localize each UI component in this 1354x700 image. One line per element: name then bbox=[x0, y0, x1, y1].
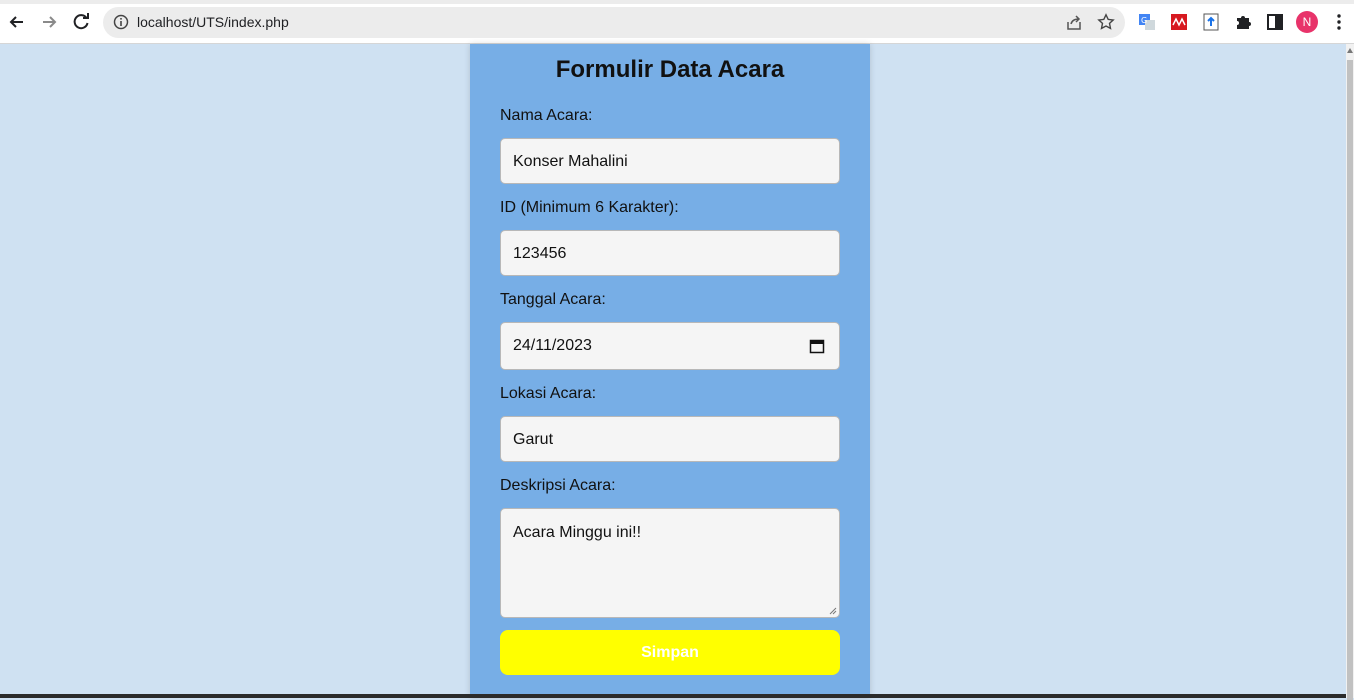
mendeley-icon[interactable] bbox=[1169, 12, 1189, 32]
calendar-icon[interactable] bbox=[809, 338, 825, 354]
id-value: 123456 bbox=[513, 245, 567, 262]
back-icon[interactable] bbox=[5, 10, 29, 34]
id-input[interactable]: 123456 bbox=[500, 230, 840, 276]
deskripsi-acara-value: Acara Minggu ini!! bbox=[513, 524, 642, 541]
sidepanel-icon[interactable] bbox=[1265, 12, 1285, 32]
lokasi-acara-label: Lokasi Acara: bbox=[500, 385, 597, 402]
nama-acara-label: Nama Acara: bbox=[500, 107, 593, 124]
url-text: localhost/UTS/index.php bbox=[137, 14, 289, 30]
extension-icon[interactable] bbox=[1201, 12, 1221, 32]
lokasi-acara-value: Garut bbox=[513, 431, 554, 448]
deskripsi-acara-label: Deskripsi Acara: bbox=[500, 477, 616, 494]
tanggal-acara-input[interactable]: 24/11/2023 bbox=[500, 322, 840, 370]
id-label: ID (Minimum 6 Karakter): bbox=[500, 199, 679, 216]
share-icon[interactable] bbox=[1065, 14, 1083, 32]
lokasi-acara-input[interactable]: Garut bbox=[500, 416, 840, 462]
form-card: Formulir Data Acara Nama Acara: Konser M… bbox=[470, 44, 870, 698]
tab-strip-edge bbox=[0, 0, 1354, 4]
browser-toolbar: localhost/UTS/index.php G N bbox=[0, 0, 1354, 44]
forward-icon[interactable] bbox=[37, 10, 61, 34]
simpan-button[interactable]: Simpan bbox=[500, 630, 840, 675]
deskripsi-acara-textarea[interactable]: Acara Minggu ini!! bbox=[500, 508, 840, 618]
resize-handle-icon[interactable] bbox=[829, 607, 837, 615]
nama-acara-input[interactable]: Konser Mahalini bbox=[500, 138, 840, 184]
scrollbar-thumb[interactable] bbox=[1347, 60, 1353, 700]
menu-icon[interactable] bbox=[1329, 12, 1349, 32]
info-icon[interactable] bbox=[113, 14, 129, 30]
avatar[interactable]: N bbox=[1296, 11, 1318, 33]
reload-icon[interactable] bbox=[69, 10, 93, 34]
nama-acara-value: Konser Mahalini bbox=[513, 153, 628, 170]
puzzle-icon[interactable] bbox=[1233, 12, 1253, 32]
page-title: Formulir Data Acara bbox=[555, 56, 785, 83]
page-scrollbar[interactable] bbox=[1346, 44, 1354, 700]
tanggal-acara-label: Tanggal Acara: bbox=[500, 291, 606, 308]
address-bar[interactable]: localhost/UTS/index.php bbox=[103, 7, 1125, 38]
scroll-up-arrow-icon[interactable] bbox=[1347, 48, 1353, 53]
translate-icon[interactable]: G bbox=[1137, 12, 1157, 32]
svg-text:G: G bbox=[1141, 16, 1147, 25]
tanggal-acara-value: 24/11/2023 bbox=[513, 337, 592, 354]
taskbar-edge bbox=[0, 694, 1346, 698]
star-icon[interactable] bbox=[1097, 13, 1115, 31]
